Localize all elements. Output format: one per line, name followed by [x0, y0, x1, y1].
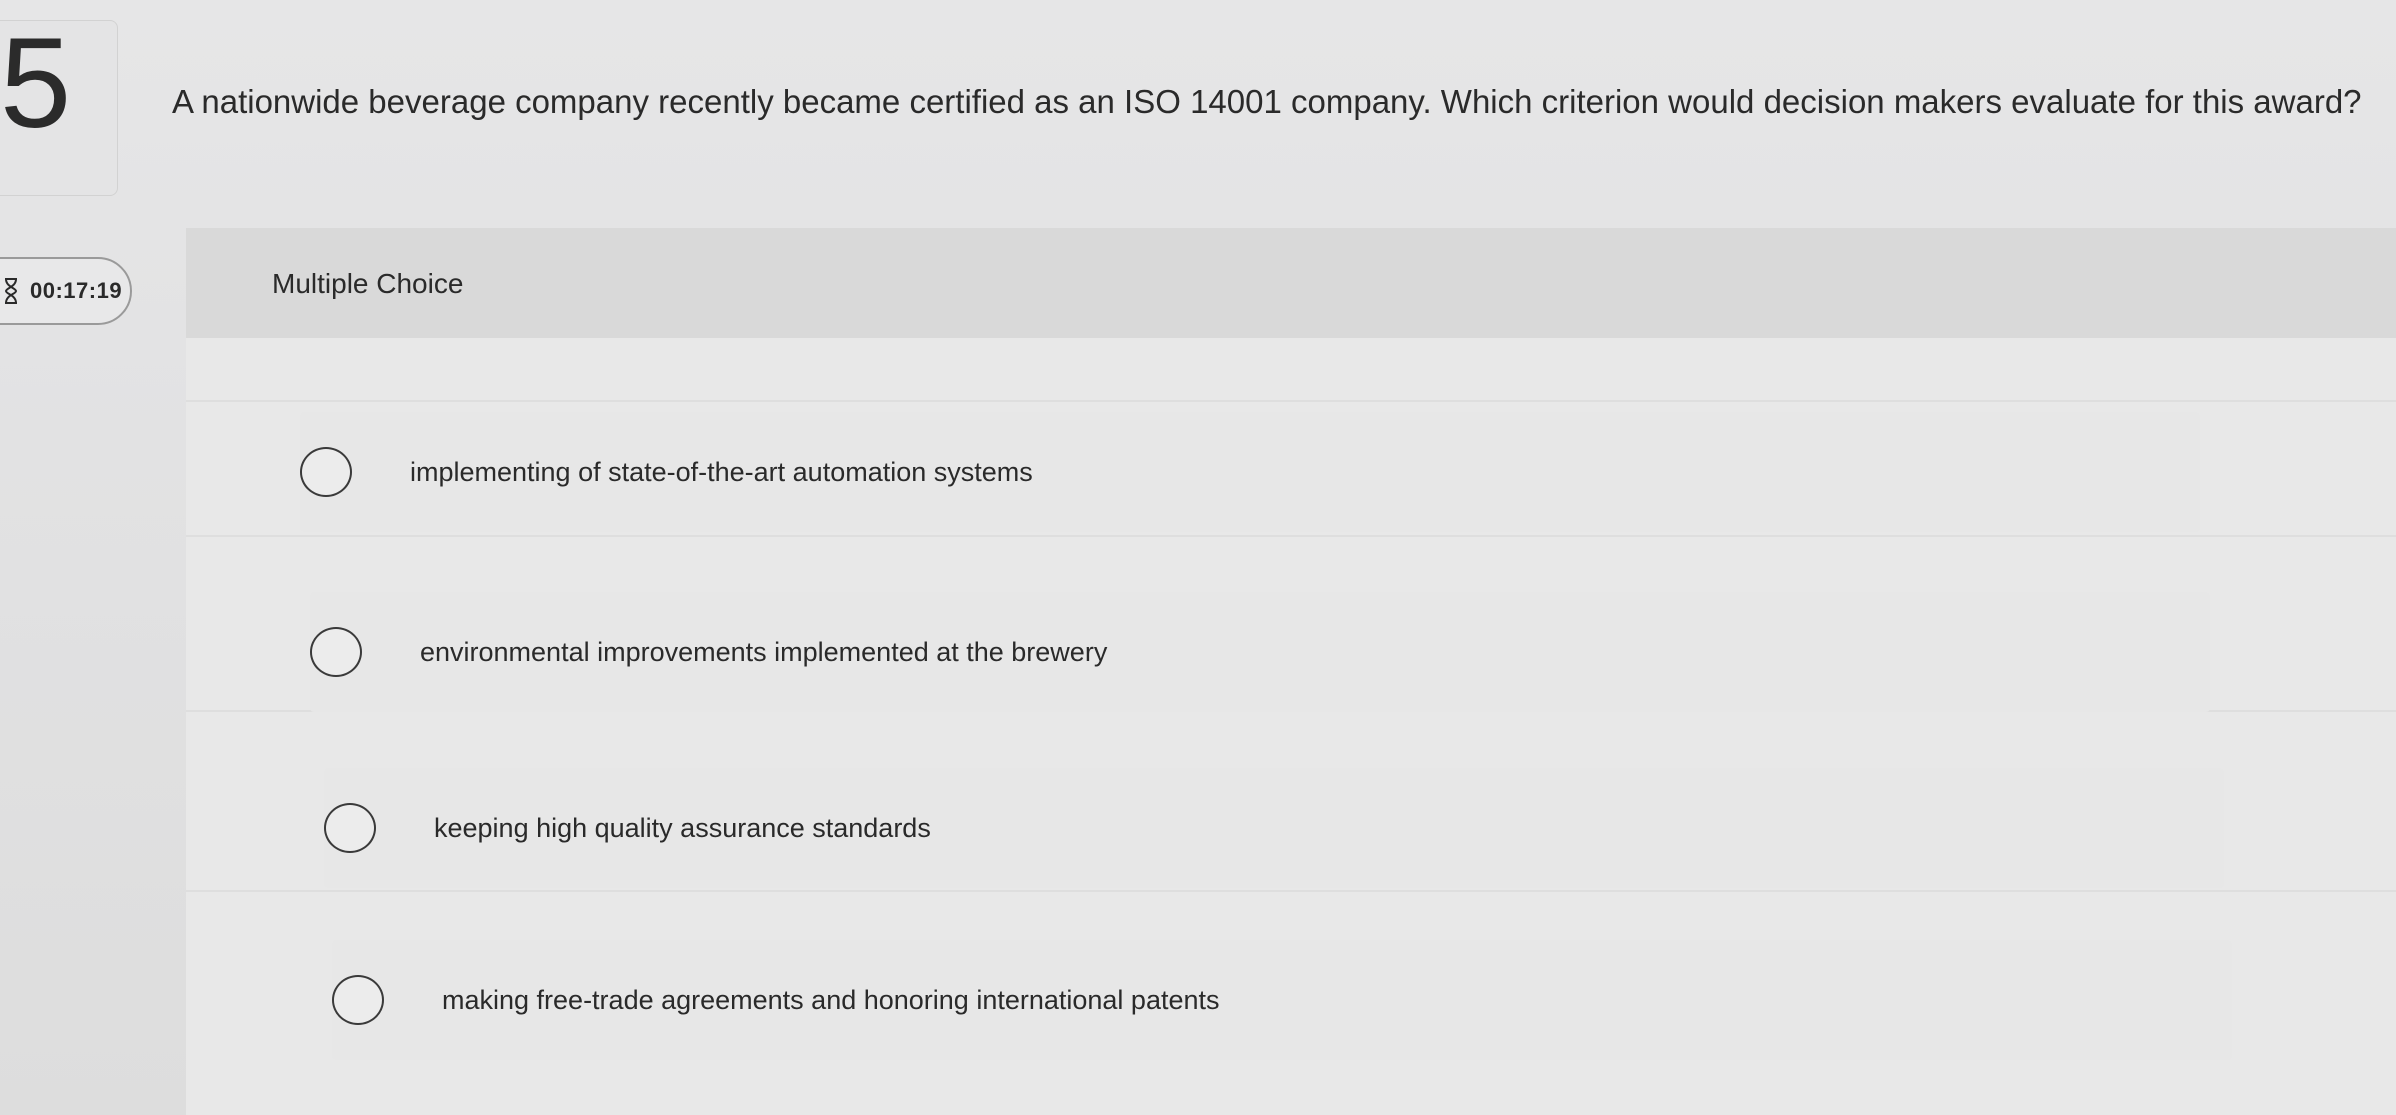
answer-option-2[interactable]: environmental improvements implemented a…: [310, 592, 2210, 712]
radio-button[interactable]: [332, 975, 384, 1025]
answer-option-label: implementing of state-of-the-art automat…: [410, 456, 1033, 487]
radio-button[interactable]: [324, 803, 376, 853]
divider: [186, 890, 2396, 892]
question-text: A nationwide beverage company recently b…: [172, 83, 2362, 120]
hourglass-icon: [4, 278, 18, 304]
answer-option-1[interactable]: implementing of state-of-the-art automat…: [300, 412, 2200, 532]
radio-button[interactable]: [310, 627, 362, 677]
answer-option-3[interactable]: keeping high quality assurance standards: [324, 768, 2224, 888]
timer[interactable]: 00:17:19: [0, 257, 132, 325]
divider: [186, 400, 2396, 402]
answer-option-label: environmental improvements implemented a…: [420, 636, 1108, 667]
radio-button[interactable]: [300, 447, 352, 497]
answer-option-4[interactable]: making free-trade agreements and honorin…: [332, 940, 2232, 1060]
divider: [186, 535, 2396, 537]
question-number: 5: [0, 12, 72, 155]
answer-option-label: keeping high quality assurance standards: [434, 812, 931, 843]
question-type-label: Multiple Choice: [272, 268, 464, 299]
answer-option-label: making free-trade agreements and honorin…: [442, 984, 1220, 1015]
timer-value: 00:17:19: [30, 278, 123, 303]
panel-header: Multiple Choice: [186, 228, 2396, 338]
